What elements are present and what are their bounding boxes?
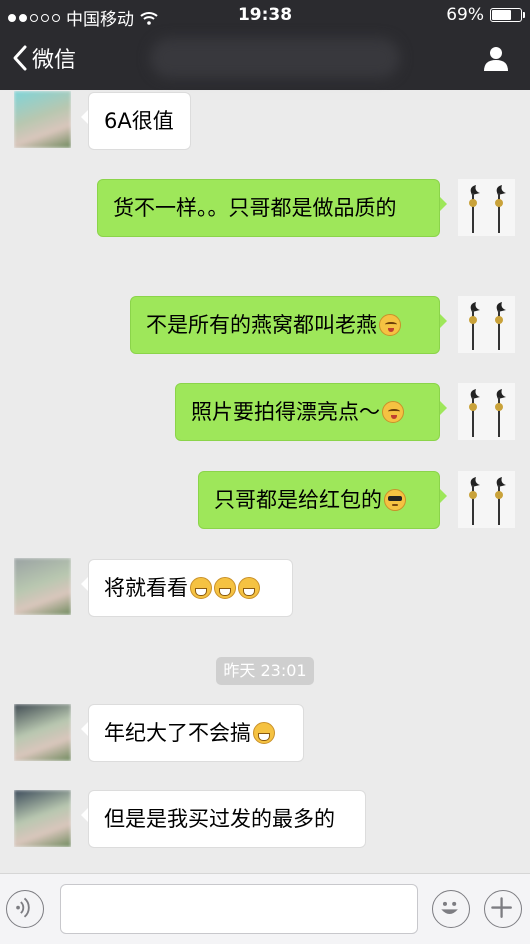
person-icon[interactable] bbox=[482, 44, 510, 72]
contact-avatar[interactable] bbox=[14, 790, 71, 847]
outgoing-message-bubble[interactable]: 不是所有的燕窝都叫老燕 bbox=[130, 296, 447, 354]
back-button[interactable]: 微信 bbox=[10, 42, 76, 74]
outgoing-message-bubble[interactable]: 照片要拍得漂亮点～ bbox=[175, 383, 447, 441]
my-avatar[interactable] bbox=[458, 471, 515, 528]
message-text: 将就看看 bbox=[104, 576, 188, 600]
grin-emoji-icon bbox=[214, 577, 236, 599]
voice-icon bbox=[16, 897, 30, 918]
contact-avatar[interactable] bbox=[14, 704, 71, 761]
plus-icon bbox=[491, 897, 512, 918]
back-label: 微信 bbox=[32, 48, 77, 73]
grin-emoji-icon bbox=[190, 577, 212, 599]
message-text: 年纪大了不会搞 bbox=[104, 721, 251, 745]
shy-emoji-icon bbox=[379, 314, 401, 336]
chat-title-redacted bbox=[150, 38, 400, 78]
message-text: 不是所有的燕窝都叫老燕 bbox=[146, 313, 377, 337]
my-avatar[interactable] bbox=[458, 383, 515, 440]
message-text: 6A很值 bbox=[104, 109, 174, 133]
grin-emoji-icon bbox=[238, 577, 260, 599]
outgoing-message-bubble[interactable]: 货不一样。。只哥都是做品质的 bbox=[97, 179, 447, 237]
battery-icon bbox=[490, 8, 525, 22]
chevron-left-icon bbox=[13, 45, 27, 71]
contact-avatar[interactable] bbox=[14, 91, 71, 148]
message-text: 货不一样。。只哥都是做品质的 bbox=[113, 196, 397, 220]
incoming-message-bubble[interactable]: 将就看看 bbox=[81, 559, 293, 617]
message-text: 只哥都是给红包的 bbox=[214, 488, 382, 512]
smiley-icon bbox=[441, 901, 458, 915]
outgoing-message-bubble[interactable]: 只哥都是给红包的 bbox=[198, 471, 447, 529]
incoming-message-bubble[interactable]: 但是是我买过发的最多的 bbox=[81, 790, 366, 848]
time-divider: 昨天 23:01 bbox=[216, 657, 314, 685]
voice-button[interactable] bbox=[6, 890, 44, 928]
my-avatar[interactable] bbox=[458, 179, 515, 236]
status-bar: 中国移动 19:38 69% bbox=[0, 0, 530, 30]
message-input[interactable] bbox=[60, 884, 418, 934]
message-text: 但是是我买过发的最多的 bbox=[104, 807, 335, 831]
contact-avatar[interactable] bbox=[14, 558, 71, 615]
input-bar bbox=[0, 873, 530, 944]
incoming-message-bubble[interactable]: 6A很值 bbox=[81, 92, 191, 150]
emoji-button[interactable] bbox=[432, 890, 470, 928]
battery-percent: 69% bbox=[446, 5, 484, 25]
shy-emoji-icon bbox=[382, 401, 404, 423]
my-avatar[interactable] bbox=[458, 296, 515, 353]
message-text: 照片要拍得漂亮点～ bbox=[191, 400, 380, 424]
more-button[interactable] bbox=[484, 890, 522, 928]
cool-emoji-icon bbox=[384, 489, 406, 511]
chat-header: 微信 bbox=[0, 30, 530, 90]
grin-emoji-icon bbox=[253, 722, 275, 744]
incoming-message-bubble[interactable]: 年纪大了不会搞 bbox=[81, 704, 304, 762]
